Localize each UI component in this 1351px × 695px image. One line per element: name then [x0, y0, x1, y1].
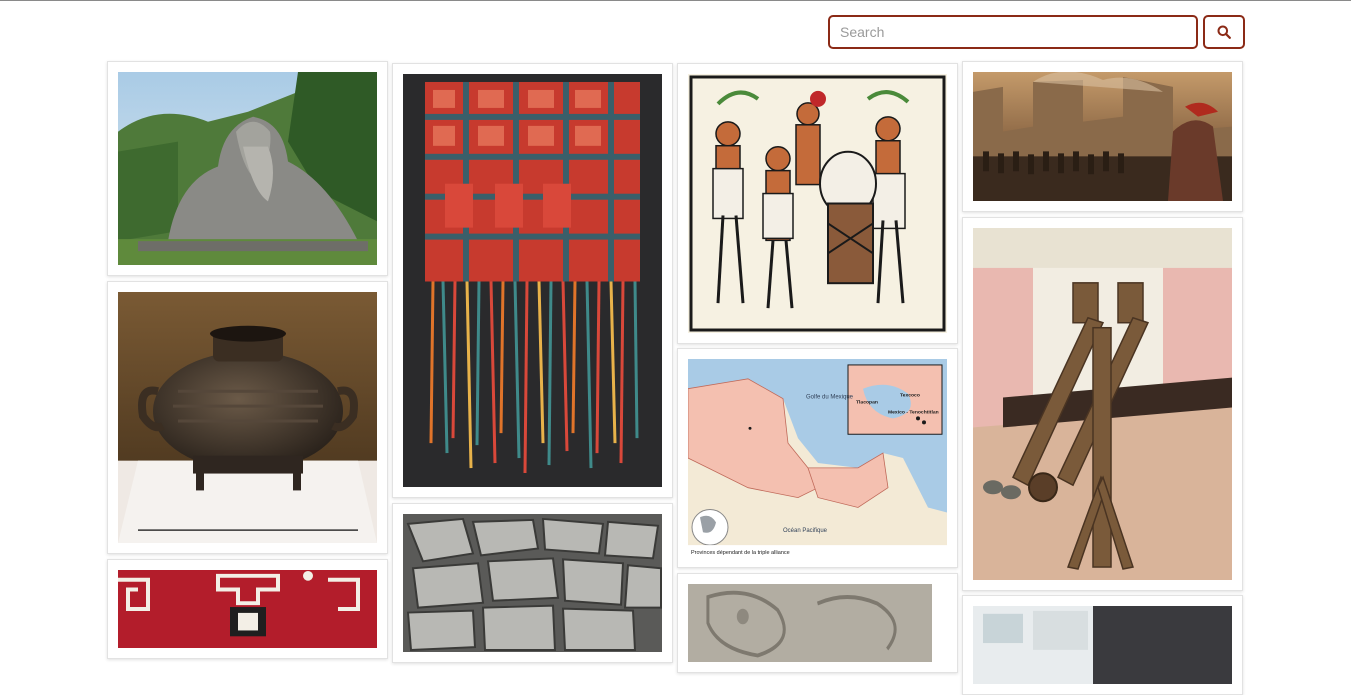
gallery-item[interactable] [962, 61, 1243, 212]
gallery-item[interactable] [392, 63, 673, 498]
gallery-item[interactable] [107, 61, 388, 276]
top-border [0, 0, 1351, 1]
laozi-statue-image [118, 72, 377, 265]
map-label-texcoco: Texcoco [900, 393, 920, 399]
aztec-codex-image [688, 74, 947, 333]
museum-model-image [973, 606, 1232, 684]
gallery-item[interactable] [677, 63, 958, 344]
bronze-vessel-image [118, 292, 377, 543]
search-input[interactable] [828, 15, 1198, 49]
carved-stone-image [688, 584, 932, 662]
gallery-item[interactable] [962, 595, 1243, 695]
stone-pavement-image [403, 514, 662, 652]
gallery-item[interactable] [962, 217, 1243, 591]
gallery-item[interactable] [392, 503, 673, 663]
red-textile-image [118, 570, 377, 648]
gallery-item[interactable] [107, 281, 388, 554]
roman-siege-image [973, 72, 1232, 201]
woven-panel-image [403, 74, 662, 487]
gallery-item[interactable] [107, 559, 388, 659]
triple-alliance-map-image: Golfe du Mexique Océan Pacifique Tlacopa… [688, 359, 947, 557]
wooden-ballista-image [973, 228, 1232, 580]
gallery-item[interactable] [677, 573, 958, 673]
search-icon [1217, 25, 1231, 39]
map-label-tlacopan: Tlacopan [856, 400, 878, 406]
search-button[interactable] [1203, 15, 1245, 49]
gallery-item[interactable]: Golfe du Mexique Océan Pacifique Tlacopa… [677, 348, 958, 568]
map-caption: Provinces dépendant de la triple allianc… [691, 550, 790, 556]
map-label-ocean: Océan Pacifique [783, 528, 828, 534]
map-label-mexico: Mexico - Tenochtitlan [888, 409, 939, 415]
map-label-gulf: Golfe du Mexique [806, 395, 854, 401]
